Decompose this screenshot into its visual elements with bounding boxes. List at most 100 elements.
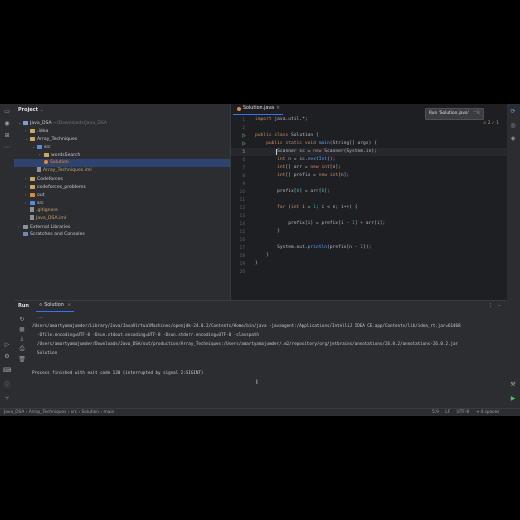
file-icon (30, 215, 34, 220)
close-icon[interactable]: × (67, 303, 71, 308)
line-number: 15 (239, 229, 245, 234)
tree-item[interactable]: Scratches and Consoles (14, 231, 85, 239)
run-tab-label: Solution (44, 303, 64, 308)
chevron-down-icon[interactable]: ⌄ (40, 107, 43, 112)
git-icon[interactable]: ⑂ (3, 394, 11, 402)
line-number: 13 (239, 213, 245, 218)
line-number: 20 (239, 269, 245, 274)
breadcrumb-item[interactable]: Java_DSA (4, 410, 24, 415)
code-line[interactable]: } (255, 228, 280, 236)
console-line: /Users/amartyamajumder/Library/Java/Java… (32, 323, 461, 328)
status-bar: Java_DSA › Array_Techniques › src › Solu… (0, 408, 520, 416)
status-right: 5:9 LF UTF-8 ⇥ 4 spaces (432, 409, 499, 416)
code-line[interactable]: int[] arr = new int[n]; (255, 164, 341, 172)
line-number: 11 (239, 197, 245, 202)
code-line[interactable]: prefix[i] = prefix[i - 1] + arr[i]; (255, 220, 385, 228)
output-folder-icon (30, 192, 35, 197)
line-number: 3 (242, 133, 245, 138)
tree-item[interactable]: Java_DSA.iml (14, 215, 66, 223)
structure-icon[interactable]: ⊞ (3, 131, 11, 139)
library-icon (23, 224, 28, 229)
terminal-icon[interactable]: ⌨ (3, 366, 12, 374)
notifications-icon[interactable]: ⟳ (509, 107, 517, 115)
left-tool-strip: ▭ ◉ ⊞ ⋯ ▷ ⚙ ⌨ ⓘ ⑂ (0, 104, 14, 408)
tree-item[interactable]: .gitignore (14, 207, 58, 215)
tree-item-label: Scratches and Consoles (30, 232, 85, 237)
code-line[interactable]: int[] prefix = new int[n]; (255, 172, 349, 180)
line-number: 12 (239, 205, 245, 210)
tree-item[interactable]: › wordsSearch (14, 151, 80, 159)
line-number: 16 (239, 237, 245, 242)
more-options-icon[interactable]: ⋮ (488, 303, 493, 309)
console-output[interactable]: /Users/amartyamajumder/Library/Java/Java… (14, 321, 484, 407)
gradle-icon[interactable]: ◈ (509, 134, 517, 142)
console-line: /Users/amartyamajumder/Downloads/Java_DS… (32, 341, 459, 346)
tree-item[interactable]: › out (14, 191, 45, 199)
tree-item-label: External Libraries (30, 225, 71, 230)
folder-icon[interactable]: ▭ (3, 107, 11, 115)
database-icon[interactable]: ◎ (509, 121, 517, 129)
editor-tab[interactable]: Solution.java × (233, 104, 283, 115)
code-line[interactable]: prefix[0] = arr[0]; (255, 188, 330, 196)
tree-item-label: Java_DSA.iml (36, 216, 67, 221)
file-icon (30, 207, 34, 212)
code-line[interactable]: public class Solution { (255, 132, 319, 140)
problems-icon[interactable]: ⓘ (3, 380, 11, 389)
code-line[interactable]: int n = sc.nextInt(); (255, 156, 335, 164)
line-separator[interactable]: LF (445, 410, 450, 415)
more-icon[interactable]: ⋯ (3, 143, 11, 151)
indent-setting[interactable]: 4 spaces (480, 410, 499, 415)
close-icon[interactable]: × (276, 104, 280, 114)
code-line[interactable]: Scanner sc = new Scanner(System.in); (255, 148, 377, 156)
console-line: Process finished with exit code 130 (int… (32, 370, 204, 375)
code-line[interactable]: System.out.println(prefix[n - 1]); (255, 244, 371, 252)
tree-item[interactable]: ⌄ src (14, 143, 51, 151)
caret-position[interactable]: 5:9 (432, 410, 439, 415)
tree-item[interactable]: Array_Techniques.iml (14, 167, 92, 175)
code-line[interactable]: public static void main(String[] args) { (255, 140, 377, 148)
code-line[interactable]: } (255, 252, 269, 260)
code-line[interactable]: } (255, 260, 258, 268)
hammer-icon[interactable]: ⚒ (509, 380, 517, 388)
folder-icon (30, 136, 35, 141)
tree-item[interactable]: › src (14, 199, 44, 207)
tree-item-label: .idea (37, 129, 49, 134)
debug-icon[interactable]: ⚙ (3, 352, 11, 360)
tree-item[interactable]: › .idea (14, 127, 48, 135)
run-tool-icon[interactable]: ▷ (3, 340, 11, 348)
run-title: Run (18, 303, 29, 309)
tree-item-label: Java_DSA (30, 121, 52, 126)
line-number: 18 (239, 253, 245, 258)
tree-item[interactable]: ⌄ Array_Techniques (14, 135, 77, 143)
breadcrumb-item[interactable]: Array_Techniques (29, 410, 67, 415)
project-tree: ⌄ Java_DSA ~/Downloads/Java_DSA › .idea ⌄ Arr… (14, 119, 255, 299)
run-right-icon[interactable]: ▶ (509, 394, 517, 402)
line-number: 6 (242, 157, 245, 162)
line-number: 1 (242, 117, 245, 122)
breadcrumb-item[interactable]: Solution (82, 410, 100, 415)
java-file-icon (237, 107, 241, 111)
tree-item[interactable]: › Codeforces (14, 175, 63, 183)
code-line[interactable]: for (int i = 1; i < n; i++) { (255, 204, 357, 212)
file-encoding[interactable]: UTF-8 (457, 410, 470, 415)
tree-item-label: src (37, 201, 44, 206)
console-line: -Dfile.encoding=UTF-8 -Dsun.stdout.encod… (32, 332, 259, 337)
tree-item[interactable]: › codeforces_problems (14, 183, 86, 191)
minimize-icon[interactable]: – (498, 303, 501, 309)
breadcrumb-item[interactable]: main (104, 410, 115, 415)
run-tab[interactable]: ⚙ Solution × (36, 301, 75, 312)
tree-item[interactable]: ⌄ Java_DSA ~/Downloads/Java_DSA (14, 119, 107, 127)
indent-icon: ⇥ (475, 410, 480, 415)
tree-item[interactable]: Solution (14, 159, 255, 167)
code-line[interactable]: import java.util.*; (255, 116, 308, 124)
tree-item-label: src (44, 145, 51, 150)
code-area[interactable]: import java.util.*; public class Solution… (255, 116, 505, 300)
line-number: 10 (239, 189, 245, 194)
run-config-icon: ⚙ (39, 302, 43, 307)
console-line: Solution (32, 350, 58, 355)
line-number: 5 (242, 149, 245, 154)
tree-item[interactable]: › External Libraries (14, 223, 70, 231)
tree-item-label: Codeforces (37, 177, 63, 182)
folder-icon (30, 128, 35, 133)
commit-icon[interactable]: ◉ (3, 119, 11, 127)
